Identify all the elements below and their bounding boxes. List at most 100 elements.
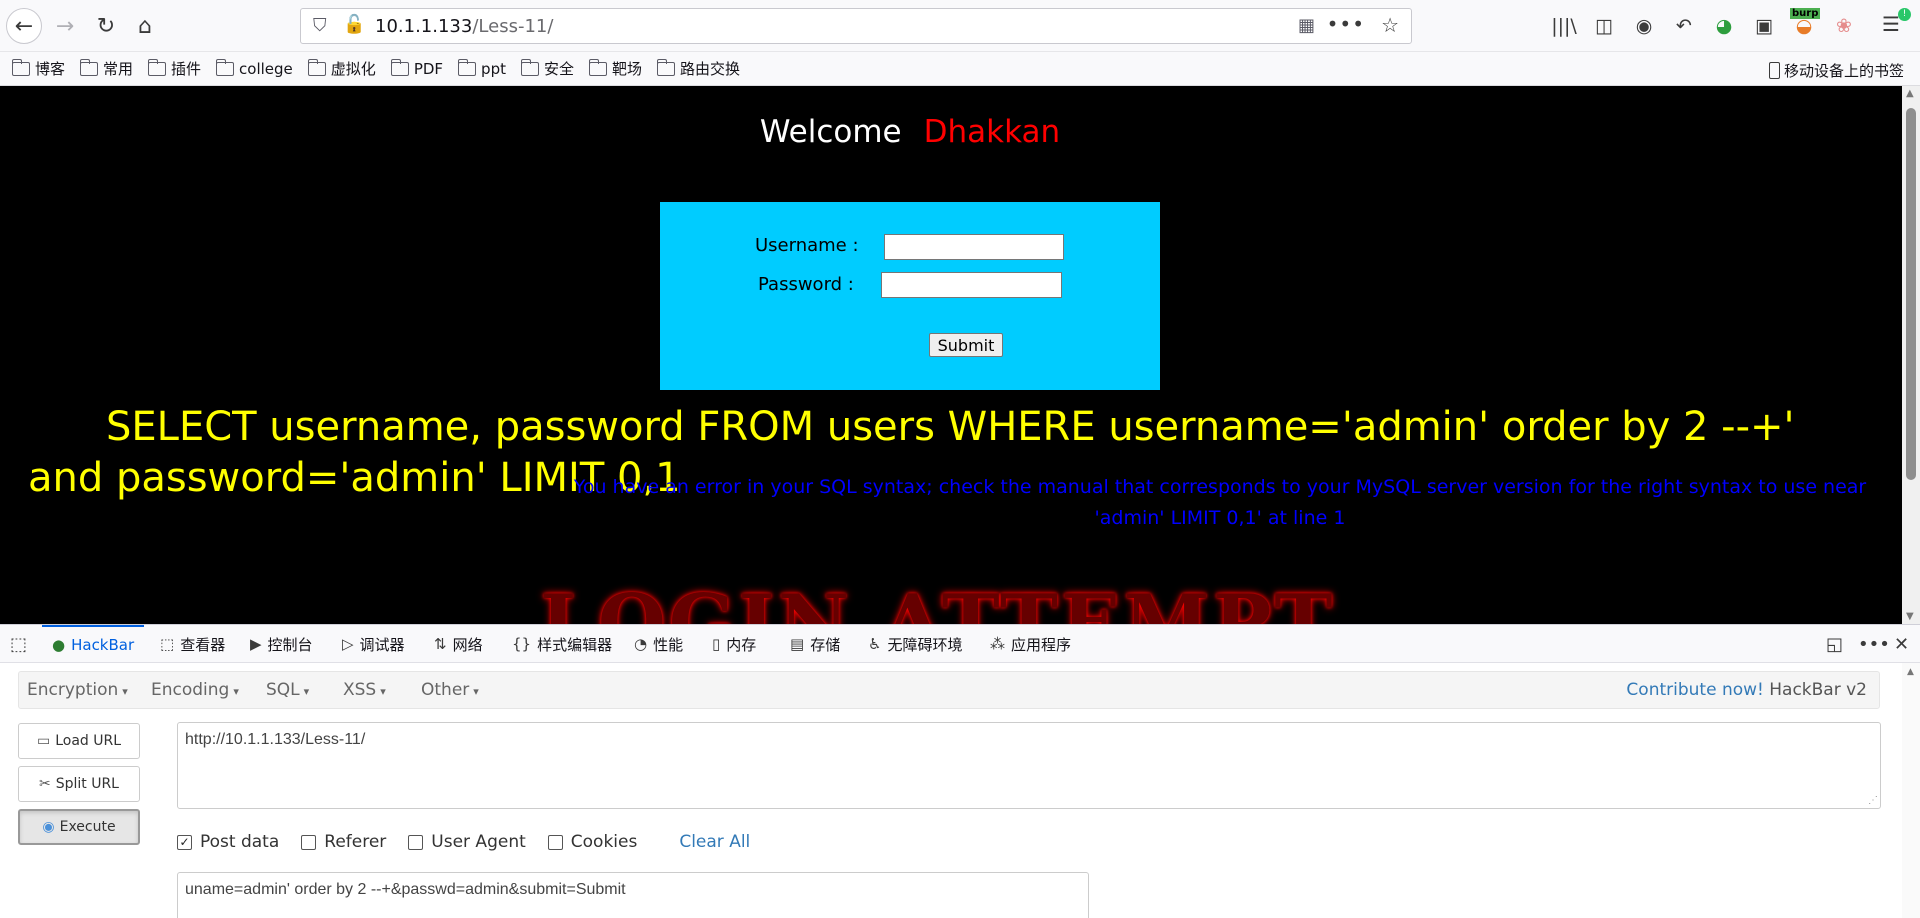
- other-menu[interactable]: Other ▾: [421, 680, 479, 700]
- bookmark-folder[interactable]: 靶场: [589, 58, 642, 79]
- folder-icon: [307, 58, 326, 76]
- checkbox-box: [547, 834, 563, 850]
- reload-icon: ↻: [96, 13, 116, 39]
- extension-icon[interactable]: ❀: [1830, 12, 1858, 40]
- scroll-down-icon[interactable]: ▼: [1906, 611, 1914, 622]
- undo-icon[interactable]: ↶: [1670, 12, 1698, 40]
- tab-application[interactable]: ⁂ 应用程序: [990, 625, 1071, 663]
- hackbar-url-textarea[interactable]: http://10.1.1.133/Less-11/⋰: [177, 722, 1881, 809]
- resize-grip-icon[interactable]: ⋰: [1868, 795, 1878, 806]
- password-label: Password :: [758, 274, 854, 295]
- storage-icon: ▤: [790, 635, 805, 653]
- username-input[interactable]: [884, 234, 1064, 260]
- bookmark-folder[interactable]: college: [216, 58, 293, 78]
- referer-checkbox[interactable]: Referer: [301, 832, 386, 852]
- bookmark-folder[interactable]: 常用: [80, 58, 133, 79]
- bookmark-folder[interactable]: 博客: [12, 58, 65, 79]
- tracking-shield-icon[interactable]: ⛉: [313, 15, 327, 36]
- welcome-heading: Welcome Dhakkan: [759, 114, 1061, 150]
- hackbar-post-textarea[interactable]: uname=admin' order by 2 --+&passwd=admin…: [177, 872, 1089, 918]
- scrollbar-thumb[interactable]: [1906, 108, 1916, 480]
- page-actions-icon[interactable]: •••: [1327, 12, 1365, 36]
- insecure-connection-icon[interactable]: 🔓: [343, 14, 365, 35]
- xss-menu[interactable]: XSS ▾: [343, 680, 386, 700]
- bookmark-folder[interactable]: ppt: [458, 58, 506, 78]
- bookmark-star-icon[interactable]: ☆: [1381, 13, 1399, 37]
- forward-button[interactable]: →: [47, 8, 83, 44]
- bookmark-folder[interactable]: 插件: [148, 58, 201, 79]
- clear-all-link[interactable]: Clear All: [679, 832, 750, 852]
- bookmark-folder[interactable]: 安全: [520, 58, 574, 79]
- url-bar[interactable]: ⛉ 🔓 10.1.1.133/Less-11/ ▦ ••• ☆: [300, 8, 1412, 44]
- element-picker-icon[interactable]: ⬚: [10, 634, 27, 655]
- devtools-scrollbar[interactable]: ▲: [1902, 663, 1920, 918]
- hackbar-icon: ●: [52, 636, 66, 654]
- mobile-bookmarks[interactable]: 移动设备上的书签: [1768, 60, 1904, 81]
- devtools-menu-icon[interactable]: •••: [1858, 634, 1890, 655]
- tab-debugger[interactable]: ▷ 调试器: [342, 625, 405, 663]
- sql-error-message: You have an error in your SQL syntax; ch…: [573, 476, 1867, 529]
- download-manager-icon[interactable]: ◕: [1710, 12, 1738, 40]
- performance-icon: ◔: [634, 635, 648, 653]
- tab-network[interactable]: ⇅ 网络: [434, 625, 483, 663]
- submit-button[interactable]: Submit: [929, 333, 1003, 357]
- sidebar-icon[interactable]: ◫: [1590, 12, 1618, 40]
- burp-proxy-icon[interactable]: burp ◒: [1790, 8, 1821, 40]
- split-url-button[interactable]: ✂ Split URL: [18, 766, 140, 802]
- update-badge: !: [1898, 8, 1911, 21]
- bookmark-folder[interactable]: 路由交换: [657, 58, 740, 79]
- qr-code-icon[interactable]: ▦: [1298, 15, 1315, 36]
- folder-icon: [390, 58, 409, 76]
- page-scrollbar[interactable]: ▲ ▼: [1902, 86, 1920, 624]
- folder-icon: [216, 58, 235, 76]
- url-host: 10.1.1.133: [375, 16, 473, 37]
- accessibility-icon: ♿: [868, 635, 882, 653]
- login-form: Username : Password : Submit: [660, 202, 1160, 390]
- contribute-link[interactable]: Contribute now!: [1626, 680, 1763, 700]
- encoding-menu[interactable]: Encoding ▾: [151, 680, 239, 700]
- hackbar-menubar: Encryption ▾ Encoding ▾ SQL ▾ XSS ▾ Other ▾ C…: [18, 671, 1880, 709]
- load-url-button[interactable]: ▭ Load URL: [18, 723, 140, 759]
- folder-icon: [458, 58, 477, 76]
- network-icon: ⇅: [434, 635, 447, 653]
- bookmark-folder[interactable]: 虚拟化: [307, 58, 376, 79]
- sql-menu[interactable]: SQL ▾: [266, 680, 309, 700]
- folder-icon: [148, 58, 167, 76]
- tampermonkey-icon[interactable]: ▣: [1750, 12, 1778, 40]
- back-button[interactable]: ←: [6, 8, 42, 44]
- post-data-checkbox[interactable]: ✓ Post data: [177, 832, 279, 852]
- folder-icon: [657, 58, 676, 76]
- caret-down-icon: ▾: [303, 685, 310, 698]
- hackbar-options: ✓ Post data Referer User Agent Cookies Cl…: [177, 830, 750, 854]
- tab-storage[interactable]: ▤ 存储: [790, 625, 840, 663]
- tab-inspector[interactable]: ⬚ 查看器: [160, 625, 225, 663]
- url-text[interactable]: 10.1.1.133/Less-11/: [375, 16, 553, 37]
- account-icon[interactable]: ◉: [1630, 12, 1658, 40]
- home-button[interactable]: ⌂: [127, 8, 163, 44]
- password-input[interactable]: [881, 272, 1062, 298]
- tab-accessibility[interactable]: ♿ 无障碍环境: [868, 625, 962, 663]
- tab-hackbar[interactable]: ● HackBar: [42, 625, 145, 663]
- folder-icon: [12, 58, 30, 76]
- scroll-up-icon[interactable]: ▲: [1906, 88, 1914, 99]
- close-devtools-icon[interactable]: ✕: [1894, 634, 1909, 655]
- folder-icon: [80, 58, 99, 76]
- cookies-checkbox[interactable]: Cookies: [547, 832, 637, 852]
- devtools-tabbar: ⬚ ● HackBar ⬚ 查看器 ▶ 控制台 ▷ 调试器 ⇅ 网络 {} 样式编辑器 ◔ 性…: [0, 625, 1920, 663]
- encryption-menu[interactable]: Encryption ▾: [27, 680, 128, 700]
- tab-performance[interactable]: ◔ 性能: [634, 625, 683, 663]
- dock-side-icon[interactable]: ◱: [1826, 634, 1843, 655]
- bookmark-folder[interactable]: PDF: [390, 58, 443, 78]
- checkmark-icon: ✓: [177, 834, 192, 850]
- reload-button[interactable]: ↻: [88, 8, 124, 44]
- tab-console[interactable]: ▶ 控制台: [250, 625, 313, 663]
- bookmarks-bar: 博客 常用 插件 college 虚拟化 PDF ppt 安全 靶场 路由交换: [0, 52, 1920, 86]
- burp-label: burp: [1790, 8, 1821, 19]
- execute-button[interactable]: ◉ Execute: [18, 809, 140, 845]
- tab-memory[interactable]: ▯ 内存: [712, 625, 756, 663]
- caret-down-icon: ▾: [380, 685, 386, 698]
- scroll-up-icon[interactable]: ▲: [1907, 667, 1914, 677]
- library-icon[interactable]: |||\: [1550, 12, 1578, 40]
- user-agent-checkbox[interactable]: User Agent: [408, 832, 526, 852]
- tab-style-editor[interactable]: {} 样式编辑器: [512, 625, 612, 663]
